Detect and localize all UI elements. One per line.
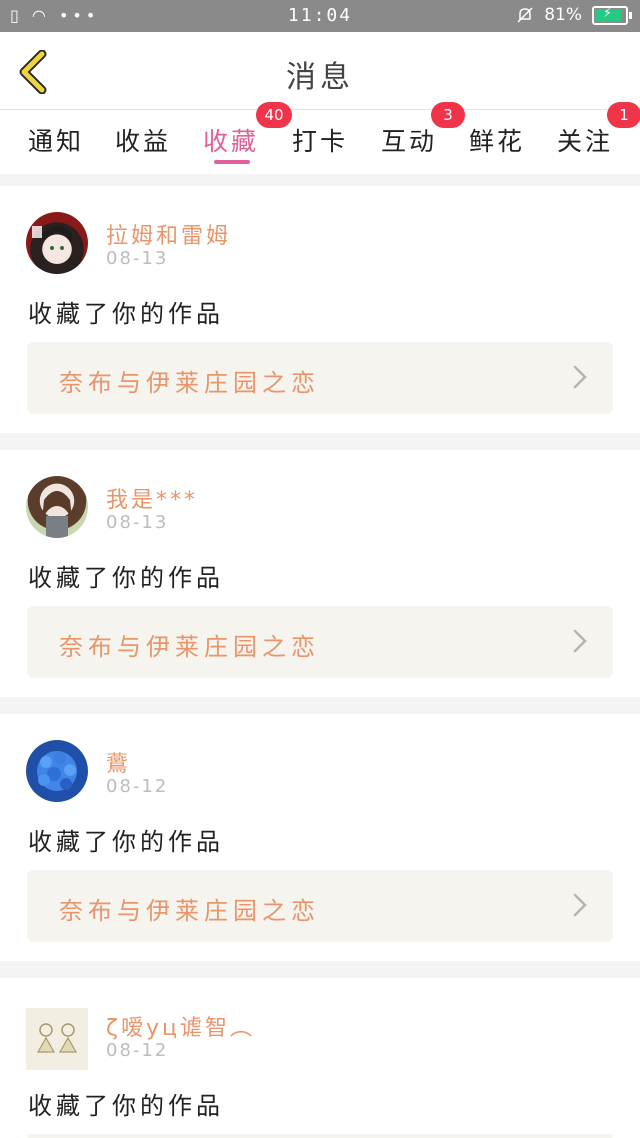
- message-date: 08-13: [106, 248, 169, 269]
- chevron-right-icon: [573, 365, 587, 389]
- action-text: 收藏了你的作品: [28, 300, 224, 328]
- avatar-image: [38, 752, 76, 790]
- avatar[interactable]: [26, 212, 88, 274]
- user-name[interactable]: 我是***: [106, 482, 198, 514]
- work-title: 奈布与伊莱庄园之恋: [59, 369, 320, 397]
- avatar-image: [32, 226, 72, 261]
- avatar[interactable]: [26, 1008, 88, 1070]
- chevron-right-icon: [573, 629, 587, 653]
- tab-bar: 通知 收益 收藏 40 打卡 互动 3 鲜花 关注 1: [0, 102, 640, 174]
- message-date: 08-13: [106, 512, 169, 533]
- message-date: 08-12: [106, 776, 169, 797]
- action-text: 收藏了你的作品: [28, 564, 224, 592]
- mute-bell-icon: [517, 7, 533, 23]
- tab-interaction[interactable]: 互动: [381, 122, 437, 158]
- work-link[interactable]: [27, 1134, 613, 1138]
- tab-favorites[interactable]: 收藏: [203, 122, 259, 158]
- message-card: 鷰 08-12 收藏了你的作品 奈布与伊莱庄园之恋: [0, 714, 640, 961]
- avatar-image: [36, 1023, 78, 1053]
- user-name[interactable]: ζ嗳yц谑智︵: [106, 1010, 255, 1042]
- work-link[interactable]: 奈布与伊莱庄园之恋: [27, 870, 613, 942]
- avatar[interactable]: [26, 740, 88, 802]
- battery-percent: 81%: [544, 5, 582, 25]
- user-name[interactable]: 拉姆和雷姆: [106, 218, 231, 250]
- user-name[interactable]: 鷰: [106, 746, 131, 778]
- avatar-image: [42, 491, 72, 538]
- page-title: 消息: [286, 60, 354, 95]
- status-bar: ▯ ◠ ••• 11:04 81% ⚡: [0, 0, 640, 32]
- tab-flowers[interactable]: 鲜花: [469, 122, 525, 158]
- work-link[interactable]: 奈布与伊莱庄园之恋: [27, 606, 613, 678]
- work-title: 奈布与伊莱庄园之恋: [59, 897, 320, 925]
- message-card: 拉姆和雷姆 08-13 收藏了你的作品 奈布与伊莱庄园之恋: [0, 186, 640, 433]
- message-card: 我是*** 08-13 收藏了你的作品 奈布与伊莱庄园之恋: [0, 450, 640, 697]
- avatar[interactable]: [26, 476, 88, 538]
- follow-badge: 1: [607, 102, 640, 128]
- tab-follow[interactable]: 关注: [557, 122, 613, 158]
- active-tab-indicator: [214, 160, 250, 164]
- work-title: 奈布与伊莱庄园之恋: [59, 633, 320, 661]
- header: 消息: [0, 32, 640, 110]
- battery-icon: ⚡: [592, 5, 632, 25]
- tab-checkin[interactable]: 打卡: [292, 122, 348, 158]
- favorites-badge: 40: [256, 102, 292, 128]
- tab-earnings[interactable]: 收益: [115, 122, 171, 158]
- work-link[interactable]: 奈布与伊莱庄园之恋: [27, 342, 613, 414]
- chevron-right-icon: [573, 893, 587, 917]
- message-date: 08-12: [106, 1040, 169, 1061]
- interaction-badge: 3: [431, 102, 465, 128]
- action-text: 收藏了你的作品: [28, 1092, 224, 1120]
- message-card: ζ嗳yц谑智︵ 08-12 收藏了你的作品: [0, 978, 640, 1138]
- status-right: 81% ⚡: [516, 5, 632, 25]
- tab-notifications[interactable]: 通知: [28, 122, 84, 158]
- action-text: 收藏了你的作品: [28, 828, 224, 856]
